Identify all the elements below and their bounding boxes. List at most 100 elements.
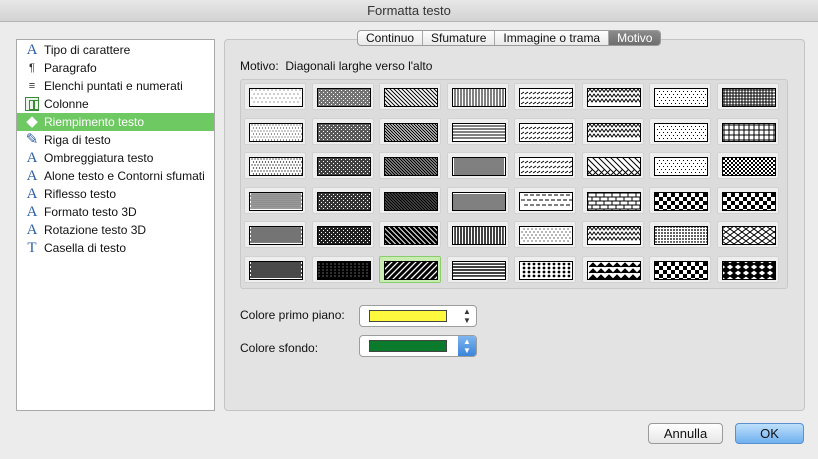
pattern-swatch[interactable] xyxy=(581,255,644,283)
sidebar-item-riempimento-testo[interactable]: ◆ Riempimento testo xyxy=(17,113,214,131)
sidebar-item-formato-testo-3d[interactable]: A Formato testo 3D xyxy=(17,203,214,221)
dashed-horizontal-pattern-icon xyxy=(519,157,573,176)
stepper-arrows-icon: ▲ ▼ xyxy=(458,336,476,356)
pattern-swatch[interactable] xyxy=(581,152,644,179)
pattern-swatch[interactable] xyxy=(581,221,644,248)
diagonal-brick-2-pattern-icon xyxy=(586,191,641,211)
sidebar-item-elenchi-puntati-e-numerati[interactable]: ≡ Elenchi puntati e numerati xyxy=(17,77,214,95)
pattern-swatch[interactable] xyxy=(649,83,711,110)
pattern-swatch[interactable] xyxy=(379,186,441,214)
tab-immagine-o-trama[interactable]: Immagine o trama xyxy=(495,31,610,45)
pattern-swatch[interactable] xyxy=(581,117,644,145)
sidebar-item-alone-testo-e-contorni-sfumati[interactable]: A Alone testo e Contorni sfumati xyxy=(17,167,214,185)
pattern-swatch[interactable] xyxy=(379,255,441,283)
pattern-swatch[interactable] xyxy=(649,186,711,214)
pattern-swatch[interactable] xyxy=(716,221,779,248)
sidebar-item-ombreggiatura-testo[interactable]: A Ombreggiatura testo xyxy=(17,149,214,167)
pattern-swatch[interactable] xyxy=(244,83,306,110)
dense-dark-pattern-icon xyxy=(316,157,371,176)
pattern-swatch[interactable] xyxy=(716,117,779,145)
pattern-swatch[interactable] xyxy=(311,186,374,214)
pattern-swatch[interactable] xyxy=(581,186,644,214)
pattern-swatch[interactable] xyxy=(446,83,509,110)
pattern-swatch[interactable] xyxy=(379,221,441,248)
pattern-swatch[interactable] xyxy=(649,255,711,283)
pattern-swatch[interactable] xyxy=(446,117,509,145)
pattern-swatch[interactable] xyxy=(446,152,509,179)
pattern-swatch[interactable] xyxy=(244,186,306,214)
sidebar-item-rotazione-testo-3d[interactable]: A Rotazione testo 3D xyxy=(17,221,214,239)
pattern-swatch[interactable] xyxy=(244,255,306,283)
background-color-picker[interactable]: ▲ ▼ xyxy=(359,335,477,357)
tab-motivo[interactable]: Motivo xyxy=(609,31,661,45)
category-list: A Tipo di carattere ¶ Paragrafo ≡ Elenchi pun… xyxy=(17,41,214,257)
font-icon: A xyxy=(26,42,38,58)
dots-heavy-pattern-icon xyxy=(249,226,303,245)
pattern-swatch[interactable] xyxy=(379,117,441,145)
foreground-color-swatch xyxy=(369,310,447,322)
diamond-grid-pattern-icon xyxy=(721,226,776,245)
pattern-swatch[interactable] xyxy=(244,152,306,179)
dark-horizontal-pattern-icon xyxy=(451,260,506,280)
pattern-swatch[interactable] xyxy=(716,83,779,110)
text-3d-rotation-icon: A xyxy=(26,222,38,238)
pattern-swatch[interactable] xyxy=(649,221,711,248)
tab-continuo[interactable]: Continuo xyxy=(358,31,424,45)
pattern-swatch[interactable] xyxy=(581,83,644,110)
pattern-label: Motivo: xyxy=(240,59,279,73)
horizontal-brick-pattern-icon xyxy=(519,191,573,211)
pattern-swatch[interactable] xyxy=(514,221,576,248)
pattern-swatch[interactable] xyxy=(446,186,509,214)
fill-type-tabs[interactable]: Continuo Sfumature Immagine o trama Moti… xyxy=(357,30,662,46)
pattern-swatch[interactable] xyxy=(514,152,576,179)
dark-diagonal-pattern-icon xyxy=(384,191,438,211)
category-sidebar[interactable]: A Tipo di carattere ¶ Paragrafo ≡ Elenchi pun… xyxy=(16,39,215,411)
small-confetti-pattern-icon xyxy=(654,88,708,107)
horizontal-lines-pattern-icon xyxy=(451,122,506,142)
sidebar-item-label: Casella di testo xyxy=(44,241,127,255)
pattern-swatch[interactable] xyxy=(716,255,779,283)
sidebar-item-colonne[interactable]: Colonne xyxy=(17,95,214,113)
wide-downward-diagonal-pattern-icon xyxy=(384,88,438,107)
pattern-swatch[interactable] xyxy=(716,152,779,179)
sidebar-item-riflesso-testo[interactable]: A Riflesso testo xyxy=(17,185,214,203)
pattern-swatch[interactable] xyxy=(514,83,576,110)
pattern-swatch[interactable] xyxy=(311,152,374,179)
fill-bucket-icon: ◆ xyxy=(26,114,38,130)
pattern-swatch[interactable] xyxy=(311,117,374,145)
pattern-swatch[interactable] xyxy=(379,152,441,179)
bullet-list-icon: ≡ xyxy=(28,80,36,92)
pattern-swatch[interactable] xyxy=(446,255,509,283)
foreground-color-picker[interactable]: ▲ ▼ xyxy=(359,305,477,327)
wide-diagonal-pattern-icon xyxy=(384,226,438,245)
pattern-swatch[interactable] xyxy=(514,255,576,283)
pattern-swatch[interactable] xyxy=(244,117,306,145)
black-pattern-icon xyxy=(316,260,371,280)
pattern-swatch[interactable] xyxy=(311,221,374,248)
dots-dense-pattern-icon xyxy=(249,191,303,211)
dark-dots-pattern-icon xyxy=(316,122,371,142)
pattern-swatch[interactable] xyxy=(311,83,374,110)
sidebar-item-label: Formato testo 3D xyxy=(44,205,137,219)
darker-dots-pattern-icon xyxy=(316,191,371,211)
pattern-swatch[interactable] xyxy=(311,255,374,283)
sidebar-item-tipo-di-carattere[interactable]: A Tipo di carattere xyxy=(17,41,214,59)
sidebar-item-paragrafo[interactable]: ¶ Paragrafo xyxy=(17,59,214,77)
pattern-swatch[interactable] xyxy=(716,186,779,214)
ok-button[interactable]: OK xyxy=(735,423,804,444)
cancel-button[interactable]: Annulla xyxy=(648,423,723,444)
pattern-swatch[interactable] xyxy=(446,221,509,248)
pattern-swatch[interactable] xyxy=(649,117,711,145)
pattern-swatch[interactable] xyxy=(514,186,576,214)
pattern-swatch[interactable] xyxy=(514,117,576,145)
sidebar-item-casella-di-testo[interactable]: T Casella di testo xyxy=(17,239,214,257)
pattern-swatch[interactable] xyxy=(244,221,306,248)
sidebar-item-riga-di-testo[interactable]: ✎ Riga di testo xyxy=(17,131,214,149)
sidebar-item-label: Riflesso testo xyxy=(44,187,117,201)
window-titlebar: Formatta testo xyxy=(0,0,818,22)
pattern-swatch[interactable] xyxy=(649,152,711,179)
large-confetti-pattern-icon xyxy=(519,260,573,280)
pattern-swatch[interactable] xyxy=(379,83,441,110)
large-checker-pattern-icon xyxy=(721,191,776,211)
tab-sfumature[interactable]: Sfumature xyxy=(423,31,496,45)
